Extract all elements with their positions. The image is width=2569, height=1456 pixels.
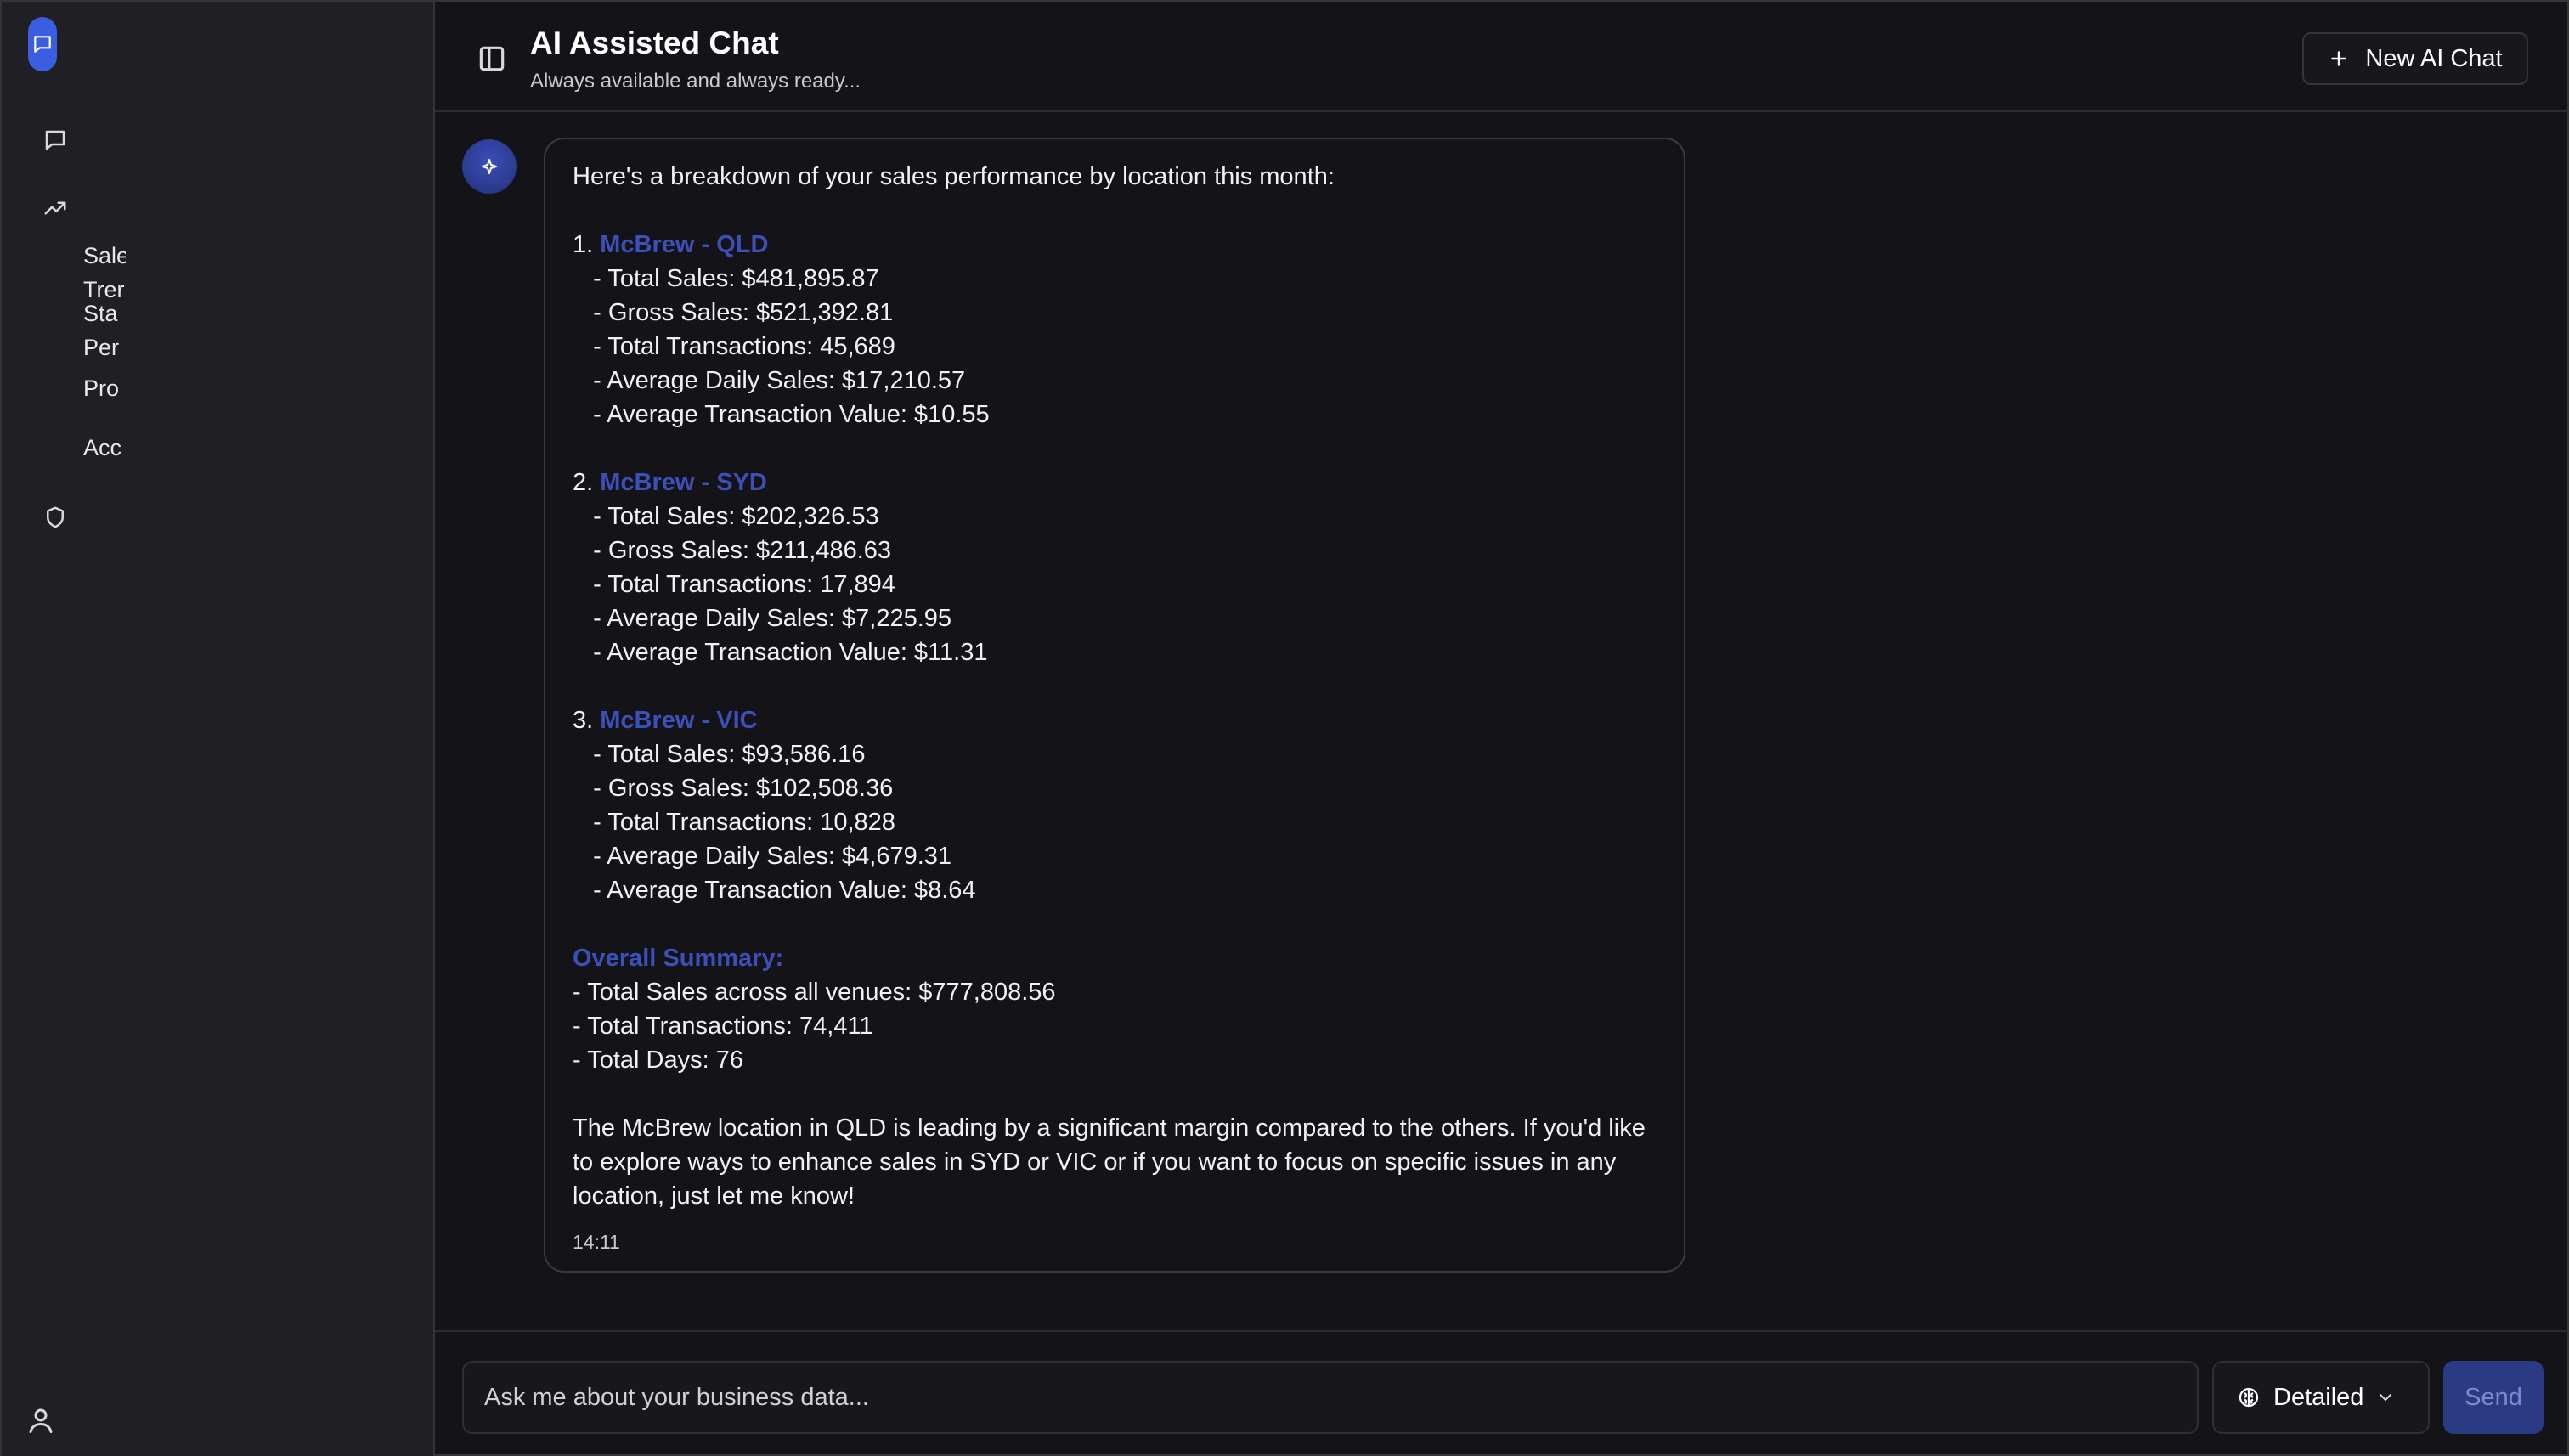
app-logo-button[interactable] [28, 17, 57, 71]
send-button[interactable]: Send [2443, 1361, 2544, 1434]
page-subtitle: Always available and always ready... [530, 70, 861, 93]
sidebar-subitem[interactable]: Acc [83, 435, 126, 461]
chat-input[interactable] [462, 1361, 2199, 1434]
location-name: McBrew - SYD [600, 469, 767, 496]
message-timestamp: 14:11 [573, 1231, 620, 1253]
trending-up-icon [44, 201, 66, 215]
ai-avatar [462, 139, 517, 194]
app-window: Sale Trer Sta Per Pro Acc AI Assisted Ch… [0, 0, 2569, 1456]
location-name: McBrew - QLD [600, 231, 769, 258]
location-stat: - Total Sales: $481,895.87 [573, 265, 879, 292]
message-intro: Here's a breakdown of your sales perform… [573, 163, 1335, 190]
new-ai-chat-button[interactable]: New AI Chat [2302, 32, 2528, 85]
page-title: AI Assisted Chat [530, 25, 779, 60]
location-stat: - Total Transactions: 45,689 [573, 333, 895, 360]
chat-area: Here's a breakdown of your sales perform… [435, 112, 2569, 1330]
nav-security[interactable] [39, 501, 71, 533]
summary-line: - Total Days: 76 [573, 1047, 743, 1074]
sidebar-subitem[interactable]: Per [83, 335, 126, 361]
location-stat: - Total Transactions: 17,894 [573, 571, 895, 598]
nav-trends[interactable] [39, 192, 71, 224]
nav-chat[interactable] [39, 124, 71, 156]
sidebar-subitem[interactable]: Pro [83, 375, 126, 402]
ai-message-bubble: Here's a breakdown of your sales perform… [544, 138, 1685, 1273]
location-stat: - Gross Sales: $521,392.81 [573, 299, 894, 326]
location-heading: 2. McBrew - SYD [573, 469, 767, 496]
location-stat: - Average Daily Sales: $17,210.57 [573, 367, 966, 394]
location-heading: 1. McBrew - QLD [573, 231, 769, 258]
sparkle-icon [482, 159, 497, 174]
summary-line: - Total Sales across all venues: $777,80… [573, 979, 1056, 1006]
summary-heading: Overall Summary: [573, 945, 784, 972]
chat-bubble-icon [34, 36, 51, 53]
brain-icon [2239, 1387, 2259, 1408]
new-ai-chat-label: New AI Chat [2365, 44, 2503, 72]
location-stat: - Average Transaction Value: $10.55 [573, 401, 990, 428]
response-mode-select[interactable]: Detailed [2212, 1361, 2430, 1434]
sidebar-subitem[interactable]: Sta [83, 301, 126, 327]
plus-icon [2331, 51, 2347, 66]
response-mode-value: Detailed [2273, 1383, 2364, 1411]
location-name: McBrew - VIC [600, 707, 758, 734]
location-stat: - Average Daily Sales: $4,679.31 [573, 843, 952, 870]
sidebar: Sale Trer Sta Per Pro Acc [0, 0, 435, 1456]
summary-line: - Total Transactions: 74,411 [573, 1013, 873, 1040]
location-stat: - Average Daily Sales: $7,225.95 [573, 605, 952, 632]
location-stat: - Gross Sales: $211,486.63 [573, 537, 892, 564]
message-composer: Detailed Send [435, 1330, 2569, 1456]
shield-icon [47, 506, 64, 528]
sidebar-subitem[interactable]: Trer [83, 277, 126, 303]
location-heading: 3. McBrew - VIC [573, 707, 758, 734]
location-stat: - Average Transaction Value: $11.31 [573, 639, 988, 666]
location-stat: - Total Sales: $93,586.16 [573, 741, 866, 768]
location-stat: - Total Sales: $202,326.53 [573, 503, 879, 530]
chevron-down-icon [2380, 1394, 2392, 1402]
message-square-icon [45, 130, 65, 150]
message-closing: The McBrew location in QLD is leading by… [573, 1115, 1646, 1210]
sidebar-subitem[interactable]: Sale [83, 243, 126, 269]
user-icon[interactable] [25, 1405, 56, 1436]
location-stat: - Gross Sales: $102,508.36 [573, 775, 894, 802]
sidebar-panel-icon[interactable] [476, 42, 508, 75]
location-stat: - Average Transaction Value: $8.64 [573, 877, 976, 904]
chat-header: AI Assisted Chat Always available and al… [435, 0, 2569, 112]
location-stat: - Total Transactions: 10,828 [573, 809, 895, 836]
